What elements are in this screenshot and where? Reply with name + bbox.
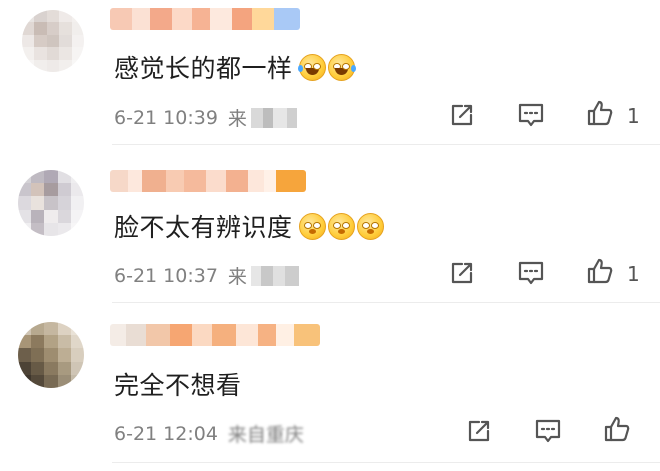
comment-meta: 6-21 10:39 来: [114, 104, 297, 131]
source-label: 来: [227, 266, 247, 288]
source-blur: [250, 107, 297, 128]
comment-icon: [535, 419, 561, 443]
laugh-tears-emoji: [297, 53, 326, 81]
dizzy-emoji: [298, 212, 326, 240]
like-button[interactable]: [583, 96, 617, 130]
like-count: 1: [627, 262, 640, 286]
timestamp: 6-21 10:39: [114, 106, 218, 129]
source-label: 来: [227, 108, 247, 130]
timestamp: 6-21 12:04: [114, 422, 218, 445]
thumbs-up-icon: [604, 416, 630, 442]
comment-button[interactable]: [531, 414, 565, 448]
divider: [112, 302, 660, 303]
dizzy-emoji: [327, 212, 355, 240]
share-icon: [468, 420, 490, 442]
comment-button[interactable]: [514, 98, 548, 132]
divider: [112, 462, 660, 463]
thumbs-up-icon: [587, 100, 613, 126]
share-icon: [451, 262, 473, 284]
comment-meta: 6-21 10:37 来: [114, 262, 299, 289]
comment-icon: [518, 103, 544, 127]
avatar[interactable]: [18, 322, 84, 388]
laugh-tears-emoji: [327, 53, 356, 81]
avatar[interactable]: [22, 10, 84, 72]
thumbs-up-icon: [587, 258, 613, 284]
avatar[interactable]: [18, 170, 84, 236]
like-count: 1: [627, 104, 640, 128]
timestamp: 6-21 10:37: [114, 264, 218, 287]
divider: [112, 144, 660, 145]
share-button[interactable]: [462, 414, 496, 448]
comment-button[interactable]: [514, 256, 548, 290]
share-icon: [451, 104, 473, 126]
username[interactable]: [110, 8, 300, 30]
share-button[interactable]: [445, 98, 479, 132]
share-button[interactable]: [445, 256, 479, 290]
like-button[interactable]: [583, 254, 617, 288]
comment-text: 脸不太有辨识度: [114, 208, 384, 244]
source-blur: [250, 265, 299, 286]
dizzy-emoji: [356, 212, 384, 240]
like-button[interactable]: [600, 412, 634, 446]
source-label: 来自重庆: [227, 424, 304, 446]
comment-icon: [518, 261, 544, 285]
comment-meta: 6-21 12:04 来自重庆: [114, 420, 304, 447]
username[interactable]: [110, 170, 306, 192]
username[interactable]: [110, 324, 320, 346]
comment-text: 感觉长的都一样: [114, 49, 356, 85]
comment-text: 完全不想看: [114, 371, 242, 400]
